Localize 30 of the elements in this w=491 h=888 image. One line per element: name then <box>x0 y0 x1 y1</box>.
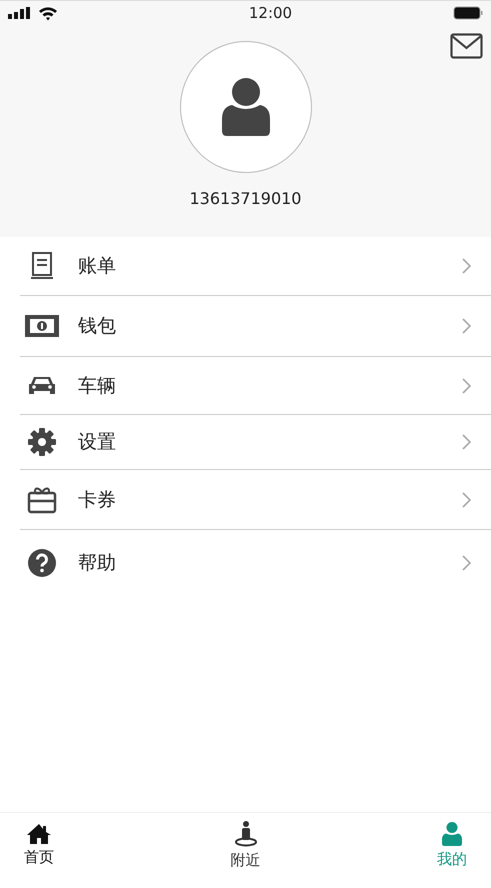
menu-item[interactable]: 卡券 <box>20 470 491 530</box>
chevron-right-icon <box>462 318 471 334</box>
banknote-icon <box>25 315 59 337</box>
tab[interactable]: 首页 <box>14 813 64 878</box>
tab[interactable]: 我的 <box>427 813 477 878</box>
person-location-icon <box>234 821 258 847</box>
menu-item[interactable]: 账单 <box>20 237 491 296</box>
user-icon <box>222 78 270 136</box>
user-icon <box>442 822 462 846</box>
battery-icon <box>452 6 483 20</box>
menu-item[interactable]: 帮助 <box>20 530 491 595</box>
tab[interactable]: 附近 <box>220 813 270 878</box>
document-icon <box>30 252 54 280</box>
car-icon <box>29 376 55 396</box>
status-time: 12:00 <box>248 4 292 22</box>
phone-number: 13613719010 <box>190 189 302 208</box>
chevron-right-icon <box>462 378 471 394</box>
signal-icon <box>8 7 30 19</box>
wifi-icon <box>38 6 58 20</box>
home-icon <box>27 824 51 844</box>
menu-item[interactable]: 设置 <box>20 415 491 470</box>
chevron-right-icon <box>462 492 471 508</box>
menu-item[interactable]: 钱包 <box>20 296 491 357</box>
chevron-right-icon <box>462 554 471 570</box>
help-icon <box>28 548 56 576</box>
chevron-right-icon <box>462 434 471 450</box>
chevron-right-icon <box>462 258 471 274</box>
mail-icon[interactable] <box>450 33 483 59</box>
menu-item[interactable]: 车辆 <box>20 357 491 415</box>
gift-card-icon <box>27 486 57 514</box>
